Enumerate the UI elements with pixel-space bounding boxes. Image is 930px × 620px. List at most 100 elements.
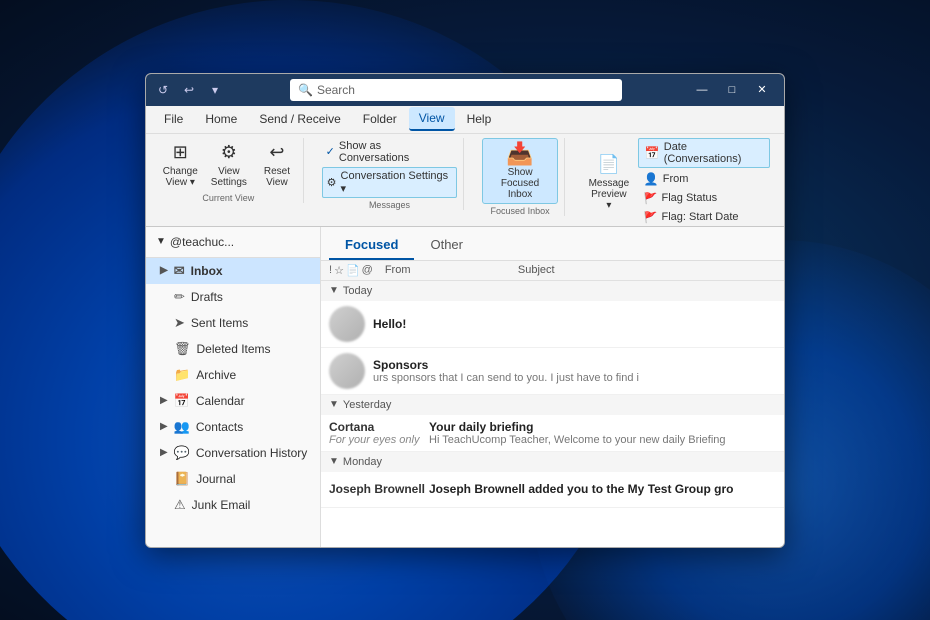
email-sender-label: For your eyes only <box>329 434 429 446</box>
sidebar-item-sent-items[interactable]: ➤ Sent Items <box>146 310 320 336</box>
sidebar-item-calendar[interactable]: ▶ 📅 Calendar <box>146 388 320 414</box>
flag-status-label: Flag Status <box>662 192 718 204</box>
sidebar-item-drafts[interactable]: ✏ Drafts <box>146 284 320 310</box>
date-header-monday: ▼ Monday <box>321 452 784 472</box>
date-conversations-button[interactable]: 📅 Date (Conversations) <box>638 138 770 168</box>
flag-start-date-icon: 🚩 <box>644 211 658 224</box>
email-subject: Hello! <box>373 317 776 331</box>
yesterday-expand-icon: ▼ <box>329 399 339 410</box>
conv-history-label: Conversation History <box>196 446 307 460</box>
menu-send-receive[interactable]: Send / Receive <box>249 108 350 130</box>
menu-folder[interactable]: Folder <box>353 108 407 130</box>
current-view-buttons: ⊞ ChangeView ▾ ⚙ ViewSettings ↩ ResetVie… <box>158 138 299 191</box>
show-as-conversations-label: Show as Conversations <box>339 140 453 164</box>
from-icon: 👤 <box>644 172 659 186</box>
email-row[interactable]: Hello! <box>321 301 784 348</box>
drafts-label: Drafts <box>191 290 223 304</box>
refresh-icon[interactable]: ↺ <box>154 81 172 99</box>
sidebar-item-deleted-items[interactable]: 🗑 Deleted Items <box>146 336 320 362</box>
monday-label: Monday <box>343 456 382 468</box>
date-conversations-label: Date (Conversations) <box>664 141 763 165</box>
close-button[interactable]: ✕ <box>748 80 776 100</box>
search-bar[interactable]: 🔍 Search <box>290 79 622 101</box>
date-header-yesterday: ▼ Yesterday <box>321 395 784 415</box>
menu-help[interactable]: Help <box>457 108 502 130</box>
monday-expand-icon: ▼ <box>329 456 339 467</box>
sidebar-item-conversation-history[interactable]: ▶ 💬 Conversation History <box>146 440 320 466</box>
flag-start-date-label: Flag: Start Date <box>662 211 739 223</box>
menu-view[interactable]: View <box>409 107 455 131</box>
from-column-header: From <box>377 264 514 276</box>
menu-home[interactable]: Home <box>195 108 247 130</box>
reset-view-button[interactable]: ↩ ResetView <box>255 138 299 191</box>
email-row[interactable]: Joseph Brownell Joseph Brownell added yo… <box>321 472 784 508</box>
checkmark-icon: ✓ <box>326 145 335 158</box>
sidebar-item-archive[interactable]: 📁 Archive <box>146 362 320 388</box>
conversation-settings-button[interactable]: ⚙ Conversation Settings ▾ <box>322 167 458 198</box>
ribbon: ⊞ ChangeView ▾ ⚙ ViewSettings ↩ ResetVie… <box>146 134 784 227</box>
email-preview: Hi TeachUcomp Teacher, Welcome to your n… <box>429 434 776 446</box>
drafts-icon: ✏ <box>174 289 185 305</box>
minimize-button[interactable]: — <box>688 80 716 100</box>
flag-status-button[interactable]: 🚩 Flag Status <box>638 190 770 207</box>
menu-file[interactable]: File <box>154 108 193 130</box>
message-preview-button[interactable]: 📄 MessagePreview ▾ <box>583 150 635 214</box>
window-controls: — □ ✕ <box>688 80 776 100</box>
sent-icon: ➤ <box>174 315 185 331</box>
calendar-expand-icon: ▶ <box>160 395 168 406</box>
sidebar: ▼ @teachuc... ▶ ✉ Inbox ✏ Drafts ➤ Sent … <box>146 227 321 547</box>
sidebar-item-contacts[interactable]: ▶ 👥 Contacts <box>146 414 320 440</box>
email-row[interactable]: Cortana For your eyes only Your daily br… <box>321 415 784 452</box>
search-icon: 🔍 <box>298 83 313 97</box>
undo-icon[interactable]: ↩ <box>180 81 198 99</box>
sidebar-item-journal[interactable]: 📔 Journal <box>146 466 320 492</box>
title-bar: ↺ ↩ ▾ 🔍 Search — □ ✕ <box>146 74 784 106</box>
email-row[interactable]: Sponsors urs sponsors that I can send to… <box>321 348 784 395</box>
email-subject: Sponsors <box>373 358 776 372</box>
email-info: Sponsors urs sponsors that I can send to… <box>373 358 776 384</box>
ribbon-group-messages: ✓ Show as Conversations ⚙ Conversation S… <box>316 138 465 210</box>
subject-column-header: Subject <box>518 264 776 276</box>
sidebar-item-junk-email[interactable]: ⚠ Junk Email <box>146 492 320 518</box>
email-preview: urs sponsors that I can send to you. I j… <box>373 372 776 384</box>
email-info: Hello! <box>373 317 776 331</box>
search-placeholder: Search <box>317 83 355 97</box>
flag-start-date-button[interactable]: 🚩 Flag: Start Date <box>638 209 770 226</box>
at-col-icon: @ <box>362 264 373 276</box>
focused-inbox-label: Focused Inbox <box>491 206 550 216</box>
calendar-icon: 📅 <box>645 146 660 160</box>
ribbon-group-focused-inbox: 📥 Show FocusedInbox Focused Inbox <box>476 138 565 216</box>
maximize-button[interactable]: □ <box>718 80 746 100</box>
inbox-label: Inbox <box>191 264 223 278</box>
contacts-expand-icon: ▶ <box>160 421 168 432</box>
conversation-settings-label: Conversation Settings ▾ <box>341 170 453 195</box>
junk-label: Junk Email <box>192 498 251 512</box>
attachment-col-icon: 📄 <box>346 264 360 277</box>
contacts-icon: 👥 <box>174 419 190 435</box>
journal-icon: 📔 <box>174 471 190 487</box>
contacts-label: Contacts <box>196 420 243 434</box>
email-tabs: Focused Other <box>321 227 784 261</box>
email-list: ▼ Today Hello! Sponsors urs sponsors tha… <box>321 281 784 547</box>
flag-status-icon: 🚩 <box>644 192 658 205</box>
from-button[interactable]: 👤 From <box>638 170 770 188</box>
email-info: Joseph Brownell added you to the My Test… <box>429 482 776 496</box>
header-icons: ! ☆ 📄 @ <box>329 264 373 277</box>
view-settings-button[interactable]: ⚙ ViewSettings <box>206 138 252 191</box>
dropdown-icon[interactable]: ▾ <box>206 81 224 99</box>
arrangement-buttons: 📄 MessagePreview ▾ 📅 Date (Conversations… <box>583 138 770 226</box>
show-focused-inbox-button[interactable]: 📥 Show FocusedInbox <box>482 138 558 204</box>
date-header-today: ▼ Today <box>321 281 784 301</box>
change-view-button[interactable]: ⊞ ChangeView ▾ <box>158 138 203 191</box>
reset-view-icon: ↩ <box>263 141 291 165</box>
tab-focused[interactable]: Focused <box>329 231 414 260</box>
avatar <box>329 353 365 389</box>
sidebar-account[interactable]: ▼ @teachuc... <box>146 227 320 258</box>
tab-other[interactable]: Other <box>414 231 479 260</box>
show-as-conversations-button[interactable]: ✓ Show as Conversations <box>322 138 458 166</box>
sidebar-item-inbox[interactable]: ▶ ✉ Inbox <box>146 258 320 284</box>
email-sender-col: Cortana For your eyes only <box>329 420 429 446</box>
flag-col-icon: ! <box>329 264 332 276</box>
body-area: ▼ @teachuc... ▶ ✉ Inbox ✏ Drafts ➤ Sent … <box>146 227 784 547</box>
email-subject: Joseph Brownell added you to the My Test… <box>429 482 776 496</box>
